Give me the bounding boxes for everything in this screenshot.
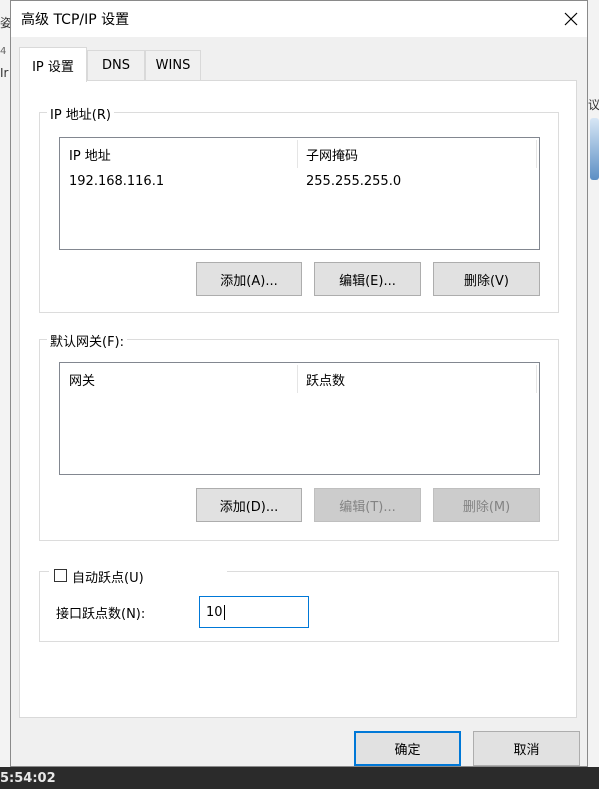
ok-button[interactable]: 确定 [354, 731, 461, 766]
close-icon [564, 12, 577, 26]
column-separator [536, 365, 537, 393]
background-text: 议 [588, 98, 599, 112]
tab-label: WINS [155, 58, 191, 73]
cancel-button[interactable]: 取消 [473, 731, 580, 766]
taskbar-clock: 5:54:02 [0, 771, 56, 786]
taskbar [0, 767, 599, 789]
interface-metric-input[interactable]: 10 [199, 596, 309, 628]
default-gateway-group-label: 默认网关(F): [47, 331, 128, 350]
dialog-title: 高级 TCP/IP 设置 [21, 12, 130, 28]
background-text: 4 [0, 46, 7, 57]
column-header-ip[interactable]: IP 地址 [69, 145, 111, 164]
add-ip-button[interactable]: 添加(A)... [196, 262, 302, 296]
gateway-list[interactable] [59, 362, 540, 475]
tab-dns[interactable]: DNS [87, 50, 145, 80]
column-separator [536, 140, 537, 168]
remove-ip-button[interactable]: 删除(V) [433, 262, 540, 296]
text-cursor [223, 604, 225, 620]
column-separator[interactable] [297, 365, 298, 393]
edit-gateway-button: 编辑(T)... [314, 488, 421, 522]
auto-metric-label[interactable]: 自动跃点(U) [72, 567, 144, 586]
tab-label: IP 设置 [32, 59, 74, 75]
ip-address-cell[interactable]: 192.168.116.1 [69, 174, 164, 189]
tab-ip-settings[interactable]: IP 设置 [19, 47, 87, 82]
auto-metric-checkbox[interactable] [54, 569, 67, 582]
tab-wins[interactable]: WINS [145, 50, 201, 80]
edit-ip-button[interactable]: 编辑(E)... [314, 262, 421, 296]
interface-metric-label: 接口跃点数(N): [56, 607, 146, 622]
remove-gateway-button: 删除(M) [433, 488, 540, 522]
add-gateway-button[interactable]: 添加(D)... [196, 488, 302, 522]
ip-address-list[interactable] [59, 137, 540, 250]
background-app-icon [590, 118, 599, 180]
interface-metric-value: 10 [206, 604, 223, 620]
ip-address-group-label: IP 地址(R) [47, 104, 114, 123]
background-text: Ir [0, 66, 9, 80]
column-separator[interactable] [297, 140, 298, 168]
subnet-mask-cell[interactable]: 255.255.255.0 [306, 174, 401, 189]
column-header-subnet[interactable]: 子网掩码 [306, 145, 358, 164]
column-header-gateway[interactable]: 网关 [69, 370, 95, 389]
close-button[interactable] [554, 1, 587, 37]
tab-label: DNS [102, 58, 130, 73]
column-header-metric[interactable]: 跃点数 [306, 370, 345, 389]
